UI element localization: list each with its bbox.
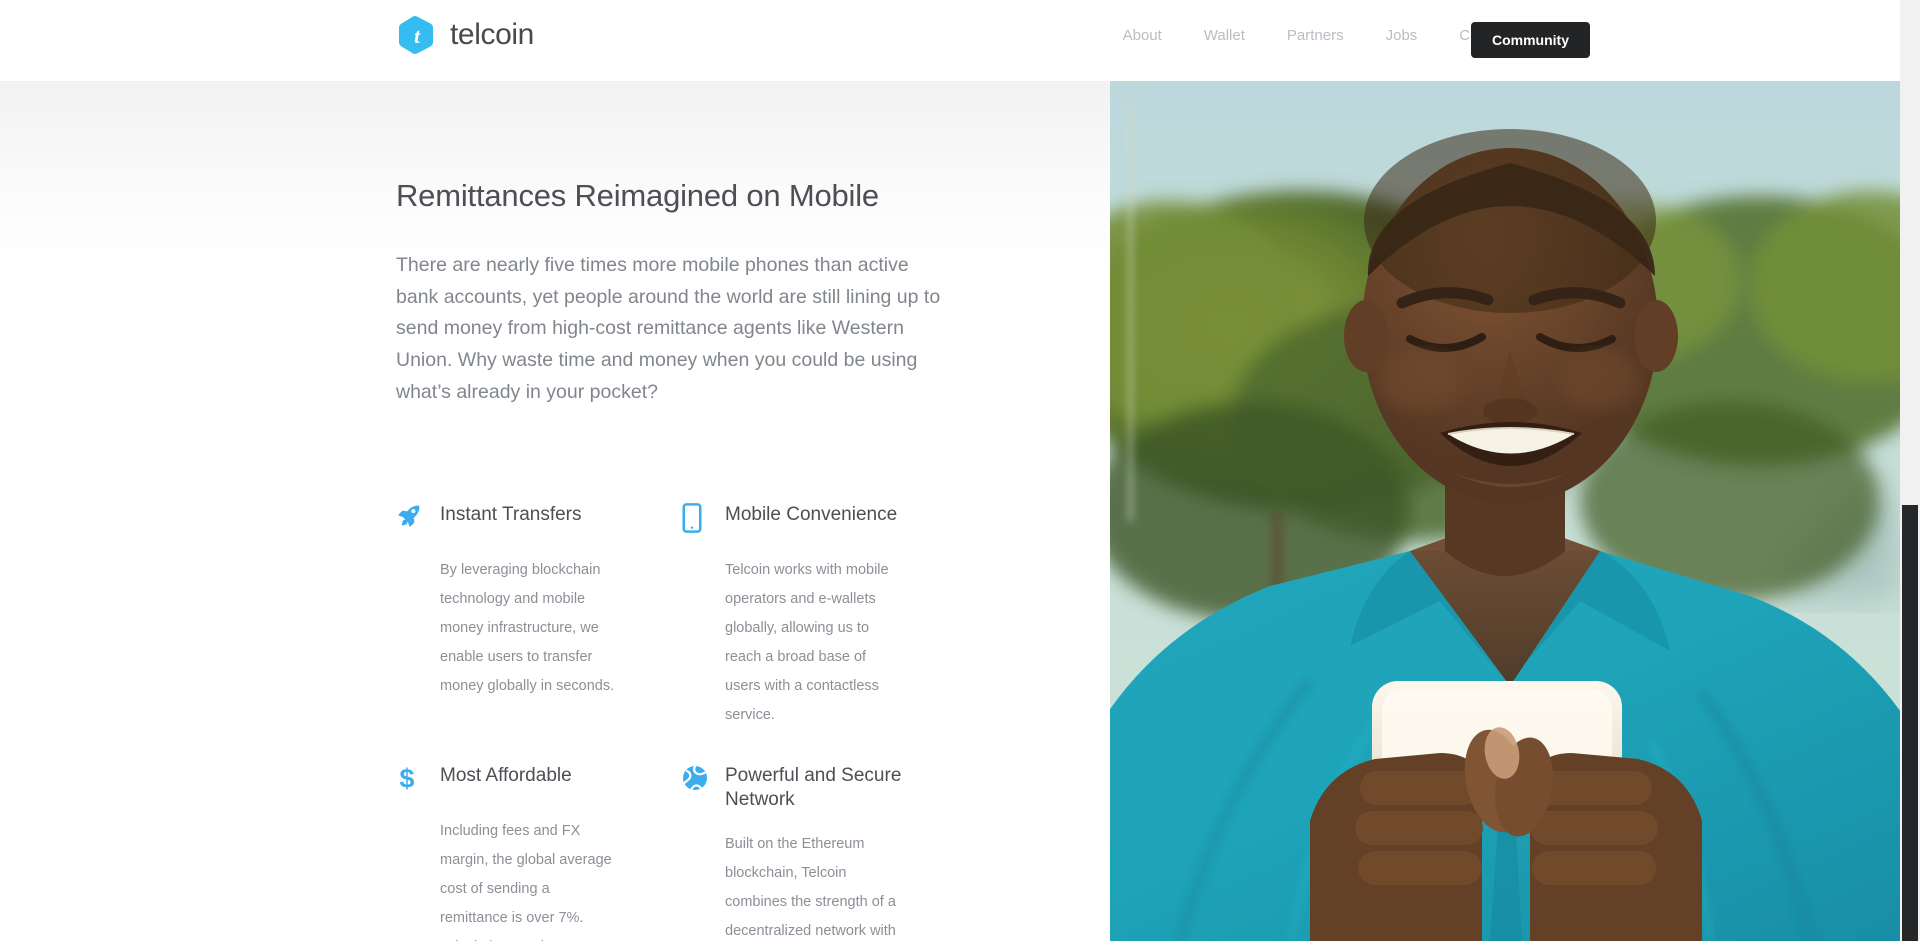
nav-item-wallet[interactable]: Wallet bbox=[1183, 24, 1266, 48]
feature-title: Mobile Convenience bbox=[725, 504, 898, 525]
hero-text-block: Remittances Reimagined on Mobile There a… bbox=[396, 177, 956, 408]
feature-mobile-convenience: Mobile Convenience Telcoin works with mo… bbox=[681, 501, 966, 730]
mobile-phone-icon bbox=[681, 501, 725, 538]
site-header: t telcoin About Wallet Partners Jobs Con… bbox=[0, 0, 1920, 81]
page-title: Remittances Reimagined on Mobile bbox=[396, 178, 879, 213]
feature-row-top: Instant Transfers By leveraging blockcha… bbox=[396, 501, 966, 730]
feature-body: Built on the Ethereum blockchain, Telcoi… bbox=[725, 835, 896, 939]
main-navigation: About Wallet Partners Jobs Contact bbox=[1102, 24, 1532, 48]
globe-network-icon bbox=[681, 762, 725, 797]
nav-item-partners[interactable]: Partners bbox=[1266, 24, 1365, 48]
feature-title: Instant Transfers bbox=[440, 504, 582, 525]
feature-row-bottom: $ Most Affordable Including fees and FX … bbox=[396, 730, 966, 941]
page-scrollbar-thumb[interactable] bbox=[1902, 505, 1918, 941]
logo-link[interactable]: t telcoin bbox=[396, 14, 534, 56]
rocket-icon bbox=[396, 501, 440, 534]
page-content: Remittances Reimagined on Mobile There a… bbox=[0, 81, 1920, 941]
dollar-sign-icon: $ bbox=[396, 762, 440, 799]
intro-paragraph: There are nearly five times more mobile … bbox=[396, 254, 941, 403]
feature-instant-transfers: Instant Transfers By leveraging blockcha… bbox=[396, 501, 681, 730]
nav-item-about[interactable]: About bbox=[1102, 24, 1183, 48]
feature-body: Telcoin works with mobile operators and … bbox=[725, 562, 889, 723]
feature-powerful-secure-network: Powerful and Secure Network Built on the… bbox=[681, 762, 966, 941]
feature-grid: Instant Transfers By leveraging blockcha… bbox=[396, 501, 966, 941]
nav-item-jobs[interactable]: Jobs bbox=[1365, 24, 1439, 48]
svg-text:$: $ bbox=[400, 764, 415, 794]
page-scrollbar[interactable] bbox=[1900, 0, 1920, 941]
logo-wordmark: telcoin bbox=[450, 18, 534, 51]
telcoin-hexagon-icon: t bbox=[396, 14, 438, 56]
feature-title: Powerful and Secure Network bbox=[725, 765, 902, 810]
feature-body: Including fees and FX margin, the global… bbox=[440, 823, 612, 941]
feature-title: Most Affordable bbox=[440, 765, 572, 786]
community-button[interactable]: Community bbox=[1471, 22, 1590, 58]
feature-body: By leveraging blockchain technology and … bbox=[440, 562, 615, 694]
smiling-man-using-phone-photo bbox=[1110, 81, 1900, 941]
feature-most-affordable: $ Most Affordable Including fees and FX … bbox=[396, 762, 681, 941]
